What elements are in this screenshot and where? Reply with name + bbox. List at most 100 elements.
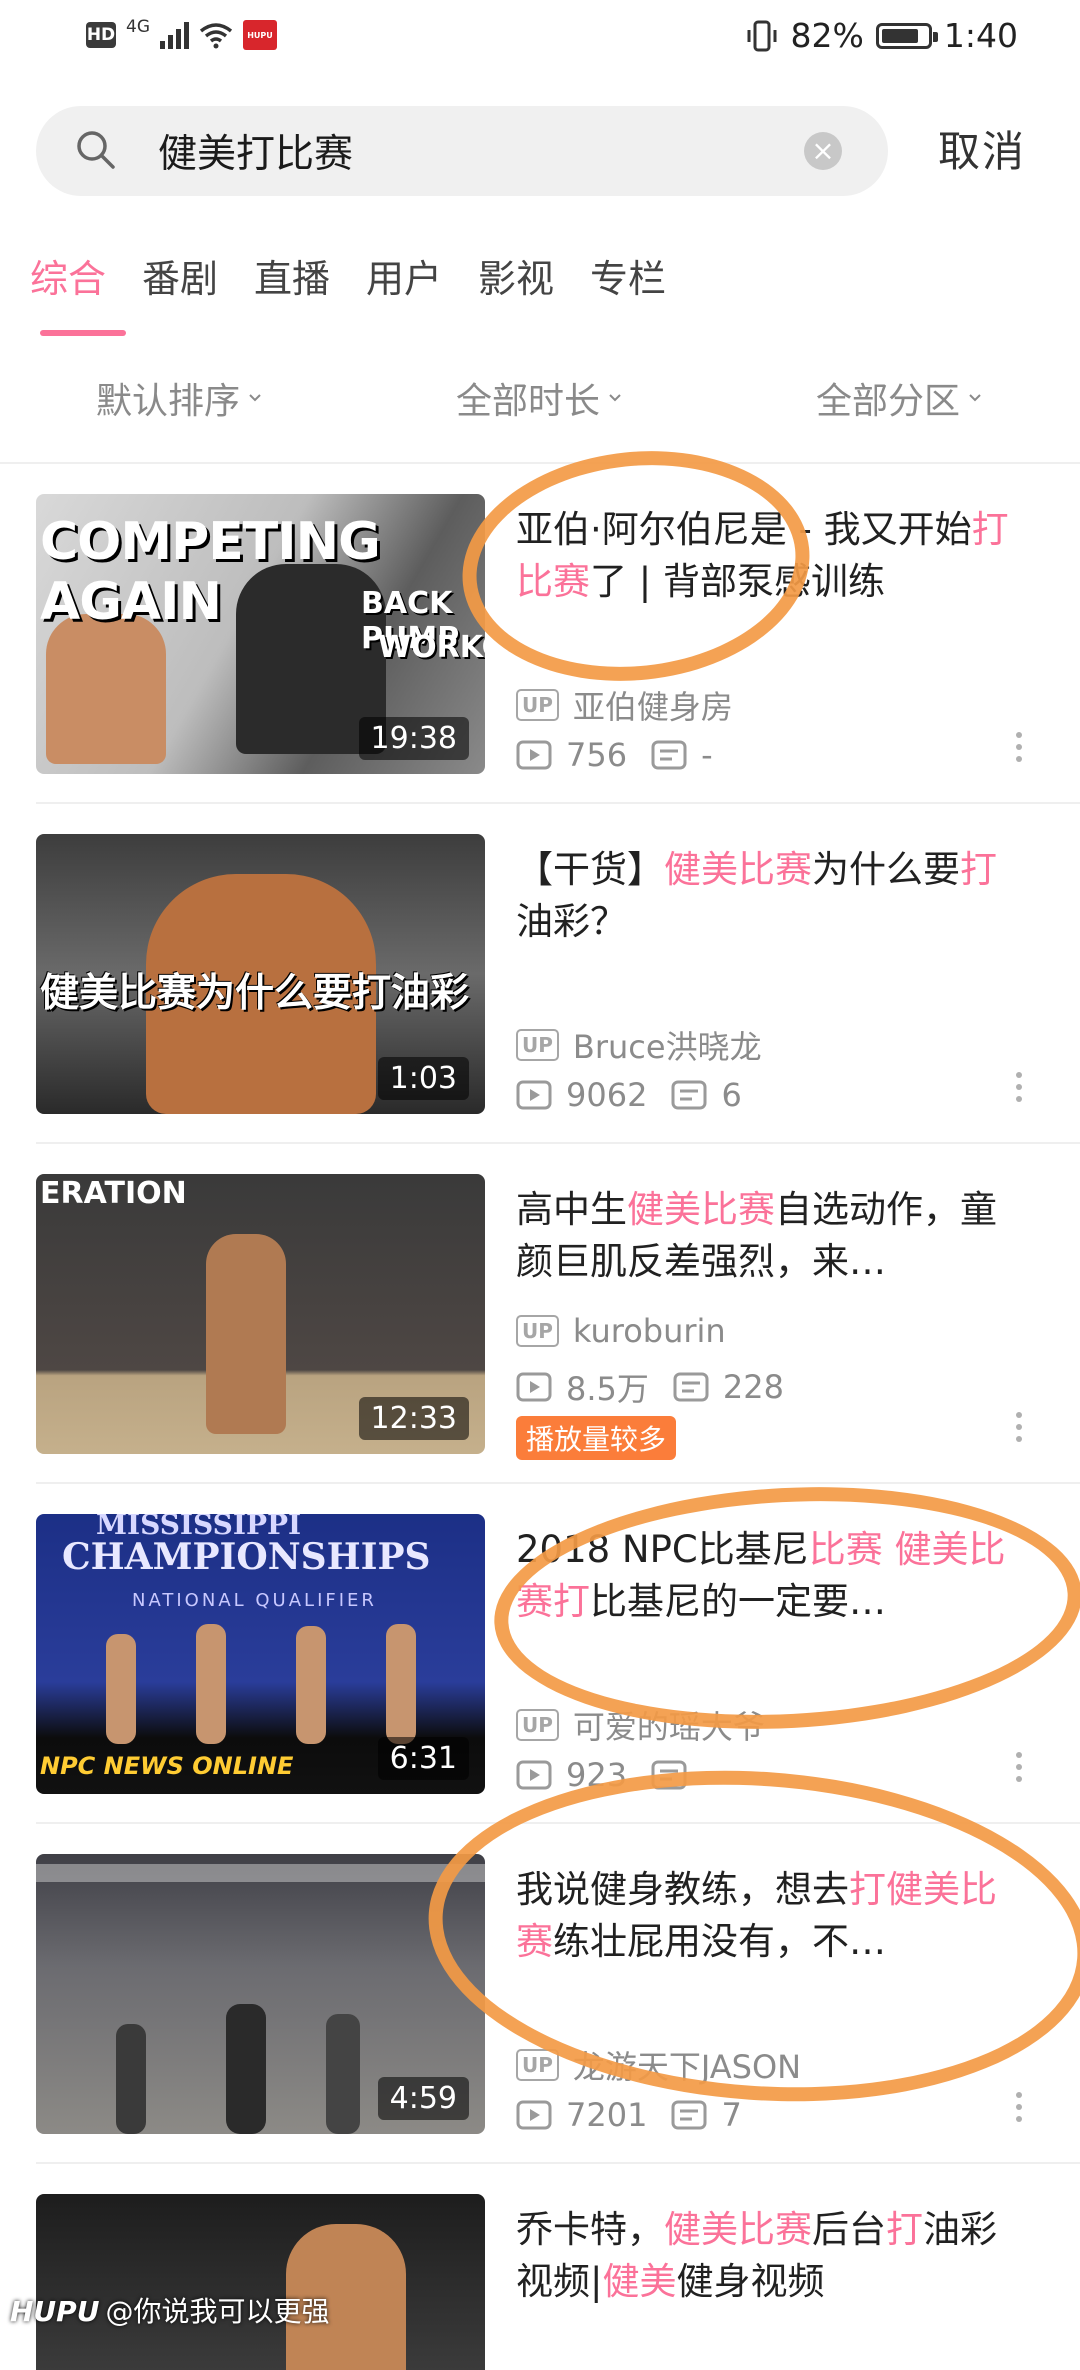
thumbnail-text: WORKOUT [378,630,485,665]
search-input[interactable] [158,106,798,196]
video-thumbnail[interactable]: MISSISSIPPI CHAMPIONSHIPS NATIONAL QUALI… [36,1514,485,1794]
tab-live[interactable]: 直播 [254,248,330,303]
chevron-down-icon [609,394,621,402]
clear-search-icon[interactable]: × [804,132,842,170]
video-thumbnail[interactable]: COMPETING AGAIN BACK PUMP WORKOUT 19:38 [36,494,485,774]
up-badge-icon: UP [516,1315,559,1347]
title-keyword-highlight: 健美比赛 [664,2208,812,2251]
filter-bar: 默认排序 全部时长 全部分区 [0,372,1080,432]
uploader-name: Bruce洪晓龙 [572,1028,762,1066]
thumbnail-text: NATIONAL QUALIFIER [132,1590,377,1611]
uploader-row[interactable]: UP kuroburin [516,1312,726,1350]
category-filter[interactable]: 全部分区 [816,372,982,424]
up-badge-icon: UP [516,1029,559,1061]
tab-bangumi[interactable]: 番剧 [142,248,218,303]
video-result-item[interactable]: 健美比赛为什么要打油彩 1:03 【干货】健美比赛为什么要打油彩？ UP Bru… [0,804,1080,1144]
more-options-icon[interactable] [1016,1066,1024,1108]
clock: 1:40 [943,16,1018,55]
video-title[interactable]: 【干货】健美比赛为什么要打油彩？ [516,844,1028,948]
danmaku-count: 228 [722,1368,784,1406]
category-filter-label: 全部分区 [816,381,961,422]
view-count: 7201 [566,2096,648,2134]
video-result-item[interactable]: ERATION 12:33 高中生健美比赛自选动作，童颜巨肌反差强烈，来… UP… [0,1144,1080,1484]
title-text: 为什么要 [812,848,960,891]
thumbnail-text: ERATION [40,1176,187,1211]
vibrate-icon [747,20,777,51]
video-thumbnail[interactable]: ERATION 12:33 [36,1174,485,1454]
search-bar[interactable]: × [36,106,888,196]
uploader-row[interactable]: UP Bruce洪晓龙 [516,1022,762,1068]
person-figure [116,2024,146,2134]
battery-icon [875,22,938,49]
up-badge-icon: UP [516,1709,559,1741]
watermark-brand: HUPU [10,2295,100,2328]
title-keyword-highlight: 打 [886,2208,923,2251]
more-options-icon[interactable] [1016,2086,1024,2128]
thumbnail-text: NPC NEWS ONLINE [40,1752,294,1780]
ceiling-lights [36,1864,485,1882]
athlete-figure [196,1624,226,1744]
duration-filter[interactable]: 全部时长 [456,372,622,424]
video-thumbnail[interactable] [36,2194,485,2370]
uploader-name: 亚伯健身房 [572,688,733,726]
popular-badge: 播放量较多 [516,1416,677,1460]
view-count: 756 [566,736,628,774]
uploader-row[interactable]: UP 亚伯健身房 [516,682,733,728]
video-duration: 1:03 [377,1057,469,1100]
play-count-icon [516,1080,552,1110]
sort-filter[interactable]: 默认排序 [96,372,262,424]
title-text: 乔卡特， [516,2208,664,2251]
network-type: 4G [126,17,150,37]
title-keyword-highlight: 健美 [602,2260,677,2303]
view-count: 9062 [566,1076,648,1114]
title-text: 高中生 [516,1188,627,1231]
danmaku-icon [673,1372,709,1402]
title-keyword-highlight: 健美比赛 [627,1188,775,1231]
title-text: 后台 [812,2208,886,2251]
more-options-icon[interactable] [1016,1406,1024,1448]
play-count-icon [516,1372,552,1402]
title-keyword-highlight: 打 [960,848,997,891]
danmaku-icon [671,2100,707,2130]
athlete-figure [46,614,166,764]
search-icon [77,131,115,169]
chevron-down-icon [969,394,981,402]
video-title[interactable]: 高中生健美比赛自选动作，童颜巨肌反差强烈，来… [516,1184,1028,1288]
wifi-icon [199,23,233,49]
signal-icon [160,21,189,49]
uploader-name: kuroburin [572,1312,726,1350]
athlete-figure [386,1624,416,1744]
tab-users[interactable]: 用户 [366,248,442,303]
video-title[interactable]: 乔卡特，健美比赛后台打油彩视频|健美健身视频 [516,2204,1028,2308]
hd-icon: HD [86,22,116,48]
title-text: 【干货】 [516,848,664,891]
duration-filter-label: 全部时长 [456,381,601,422]
danmaku-icon [671,1080,707,1110]
danmaku-count: 7 [721,2096,742,2134]
play-count-icon [516,1760,552,1790]
play-count-icon [516,740,552,770]
title-keyword-highlight: 健美比赛 [664,848,812,891]
athlete-figure [106,1634,136,1744]
tab-movies[interactable]: 影视 [478,248,554,303]
more-options-icon[interactable] [1016,1746,1024,1788]
cancel-button[interactable]: 取消 [938,118,1026,179]
video-thumbnail[interactable]: 健美比赛为什么要打油彩 1:03 [36,834,485,1114]
danmaku-icon [651,740,687,770]
tab-all[interactable]: 综合 [30,248,106,303]
stats-row: 7201 7 [516,2096,742,2134]
tab-articles[interactable]: 专栏 [590,248,666,303]
title-text: 健身视频 [676,2260,825,2303]
video-duration: 4:59 [377,2077,469,2120]
status-bar: HD 4G HUPU 82% 1:40 [0,0,1080,84]
play-count-icon [516,2100,552,2130]
danmaku-count: 6 [721,1076,742,1114]
thumbnail-text: 健美比赛为什么要打油彩 [40,971,470,1016]
more-options-icon[interactable] [1016,726,1024,768]
thumbnail-text: CHAMPIONSHIPS [62,1536,431,1578]
chevron-down-icon [249,394,261,402]
video-thumbnail[interactable]: 4:59 [36,1854,485,2134]
stats-row: 8.5万 228 [516,1364,784,1410]
person-figure [226,2004,266,2134]
athlete-figure [296,1626,326,1744]
